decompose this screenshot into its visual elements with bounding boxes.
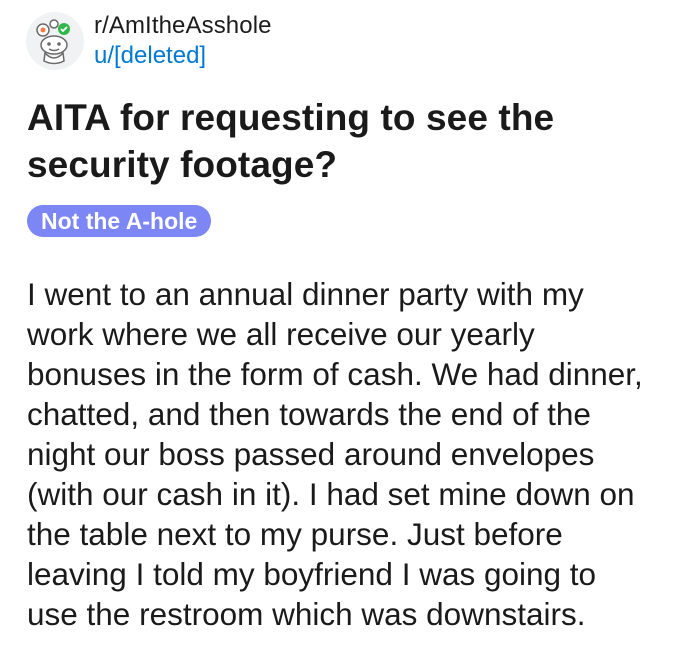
- subreddit-avatar[interactable]: [26, 12, 84, 70]
- post-title[interactable]: AITA for requesting to see the security …: [27, 94, 667, 188]
- author-name[interactable]: u/[deleted]: [94, 41, 272, 71]
- post-body: I went to an annual dinner party with my…: [27, 276, 643, 632]
- reddit-snoo-icon: [36, 19, 70, 65]
- post-header: r/AmItheAsshole u/[deleted]: [26, 10, 272, 72]
- post-meta: r/AmItheAsshole u/[deleted]: [94, 11, 272, 71]
- subreddit-name[interactable]: r/AmItheAsshole: [94, 11, 272, 41]
- post-flair: Not the A-hole: [27, 205, 212, 237]
